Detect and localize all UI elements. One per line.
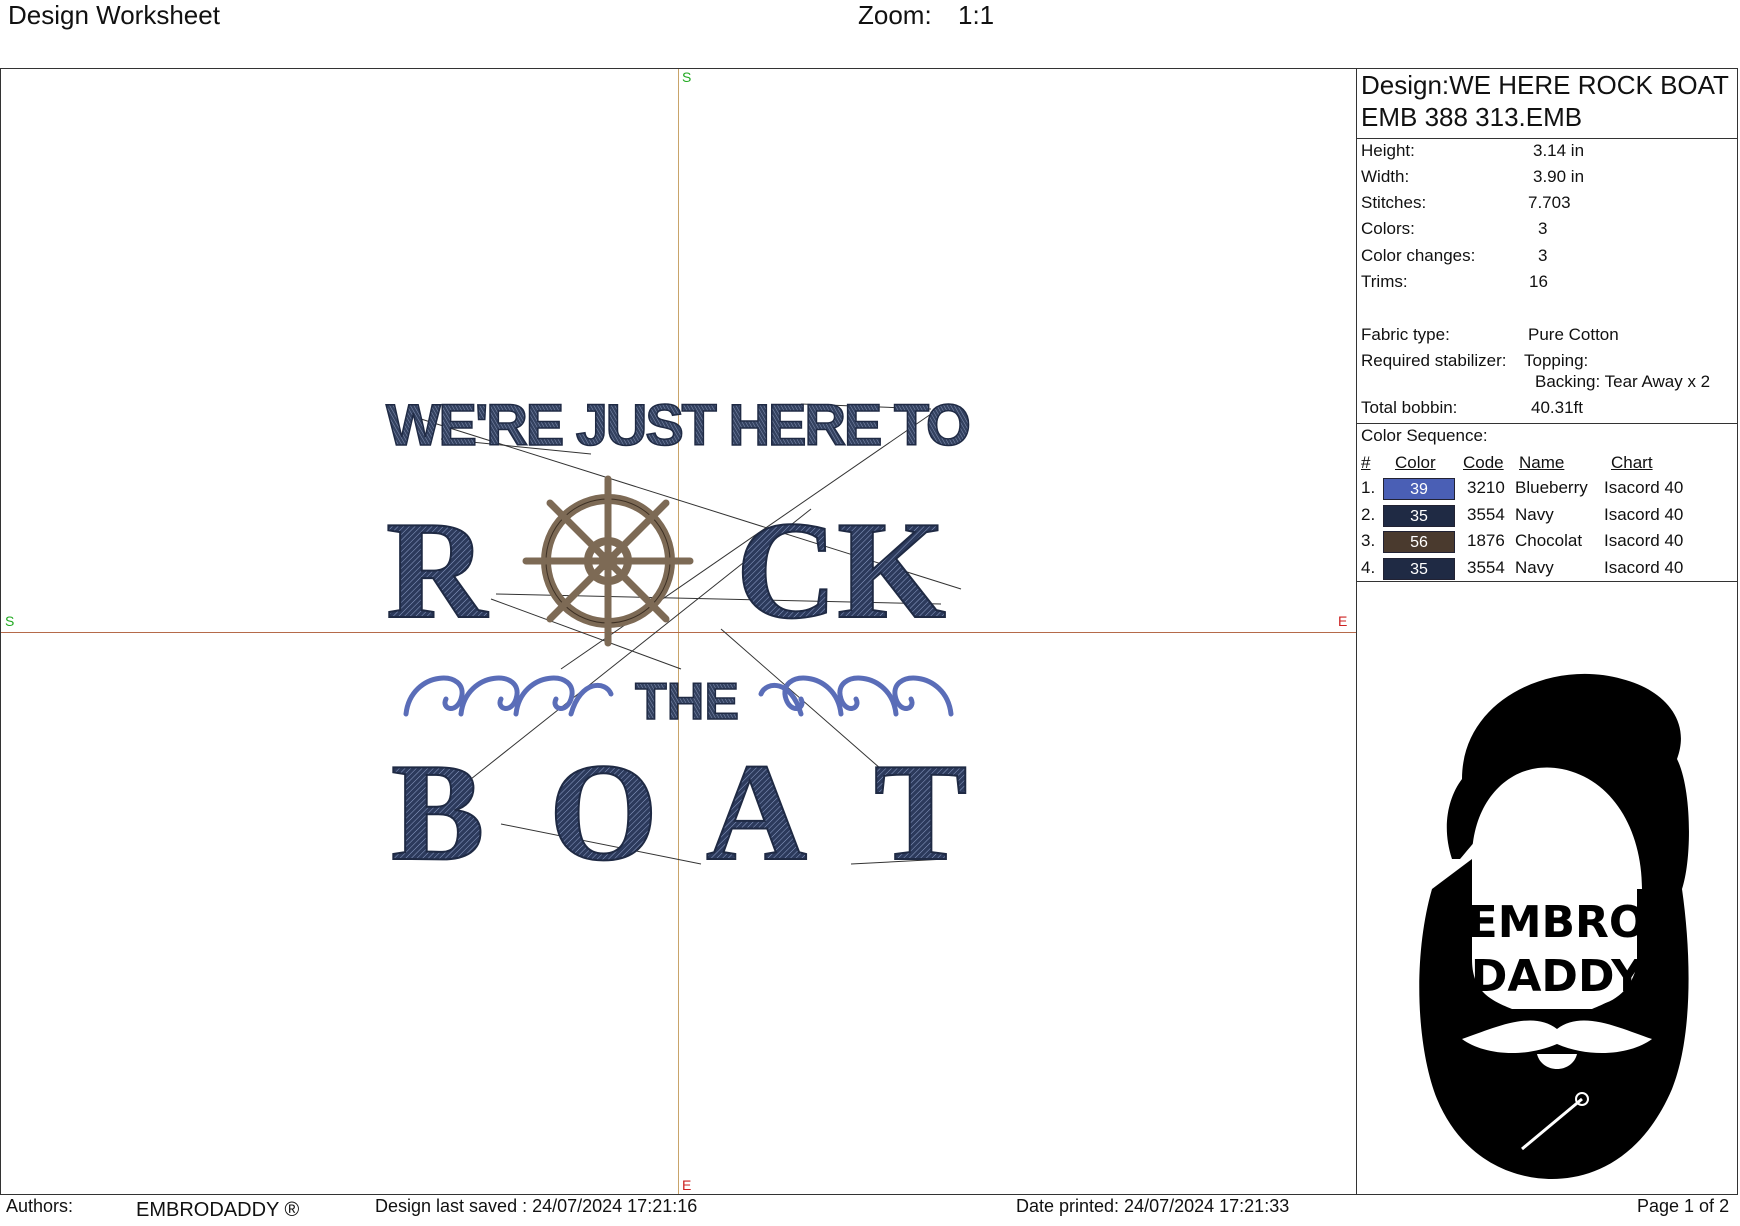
color-name: Navy (1515, 558, 1554, 577)
divider (1357, 138, 1738, 139)
spec-value-height: 3.14 in (1533, 141, 1585, 160)
color-name: Chocolat (1515, 531, 1583, 550)
ship-wheel-icon (522, 475, 694, 647)
authors-label: Authors: (6, 1196, 74, 1216)
color-code: 1876 (1467, 531, 1505, 550)
spec-label-width: Width: (1361, 167, 1410, 186)
color-sequence-title: Color Sequence: (1361, 426, 1488, 445)
date-printed: Date printed: 24/07/2024 17:21:33 (1016, 1196, 1290, 1216)
bobbin-value: 40.31ft (1531, 398, 1583, 417)
color-swatch: 35 (1383, 505, 1455, 527)
color-swatch: 35 (1383, 558, 1455, 580)
fabric-label: Fabric type: (1361, 325, 1450, 344)
color-row-num: 3. (1361, 531, 1376, 550)
wave-ornament-right (758, 675, 954, 717)
color-swatch: 56 (1383, 531, 1455, 553)
backing-value: Backing: Tear Away x 2 (1535, 372, 1711, 391)
color-name: Navy (1515, 505, 1554, 524)
stabilizer-label: Required stabilizer: (1361, 351, 1507, 370)
spec-value-colors: 3 (1538, 219, 1548, 238)
zoom-label: Zoom: (858, 0, 932, 30)
spec-label-height: Height: (1361, 141, 1415, 160)
design-info-panel: Design:WE HERE ROCK BOAT EMB 388 313.EMB… (1357, 69, 1738, 1194)
design-canvas[interactable]: S S E E WE'RE JUST HERE TO R CK THE B O … (1, 69, 1356, 1194)
logo-text-line1: EMBRO (1468, 897, 1647, 948)
seq-header-color: Color (1395, 453, 1436, 472)
seq-header-chart: Chart (1611, 453, 1653, 472)
color-chart: Isacord 40 (1604, 531, 1684, 550)
embroidery-design: WE'RE JUST HERE TO R CK THE B O A T (385, 392, 972, 891)
worksheet-title: Design Worksheet (8, 0, 220, 30)
color-chart: Isacord 40 (1604, 558, 1684, 577)
design-letter-t: T (874, 735, 967, 890)
spec-value-stitches: 7.703 (1528, 193, 1571, 212)
seq-header-code: Code (1463, 453, 1504, 472)
embrodaddy-logo: EMBRO DADDY (1412, 673, 1689, 1179)
topping-value: Topping: (1524, 351, 1589, 370)
color-row-num: 2. (1361, 505, 1376, 524)
bobbin-label: Total bobbin: (1361, 398, 1458, 417)
color-row-num: 4. (1361, 558, 1376, 577)
design-letter-b: B (391, 735, 484, 890)
design-letters-ck: CK (736, 493, 946, 648)
color-row-num: 1. (1361, 478, 1376, 497)
color-code: 3554 (1467, 558, 1505, 577)
last-saved: Design last saved : 24/07/2024 17:21:16 (375, 1196, 698, 1216)
zoom-value[interactable]: 1:1 (958, 0, 994, 31)
spec-value-color-changes: 3 (1538, 246, 1548, 265)
spec-value-trims: 16 (1529, 272, 1548, 291)
color-code: 3210 (1467, 478, 1505, 497)
design-letter-o: O (549, 735, 658, 890)
divider (1357, 581, 1738, 582)
color-chart: Isacord 40 (1604, 505, 1684, 524)
seq-header-name: Name (1519, 453, 1565, 472)
design-name: Design:WE HERE ROCK BOAT EMB 388 313.EMB (1361, 70, 1729, 132)
design-text-line1: WE'RE JUST HERE TO (386, 393, 971, 458)
wave-ornament-left (403, 675, 614, 717)
color-code: 3554 (1467, 505, 1505, 524)
design-letter-r: R (386, 493, 489, 648)
fabric-value: Pure Cotton (1528, 325, 1619, 344)
divider (1357, 423, 1738, 424)
spec-value-width: 3.90 in (1533, 167, 1585, 186)
spec-label-colors: Colors: (1361, 219, 1415, 238)
page-indicator: Page 1 of 2 (1637, 1196, 1730, 1216)
spec-label-trims: Trims: (1361, 272, 1408, 291)
authors-value: EMBRODADDY ® (136, 1199, 300, 1221)
spec-label-stitches: Stitches: (1361, 193, 1427, 212)
color-name: Blueberry (1515, 478, 1588, 497)
design-letter-a: A (706, 735, 807, 890)
spec-label-color-changes: Color changes: (1361, 246, 1476, 265)
seq-header-num: # (1361, 453, 1371, 472)
color-chart: Isacord 40 (1604, 478, 1684, 497)
color-swatch: 39 (1383, 478, 1455, 500)
logo-text-line2: DADDY (1471, 951, 1644, 1002)
design-text-the: THE (635, 673, 739, 731)
